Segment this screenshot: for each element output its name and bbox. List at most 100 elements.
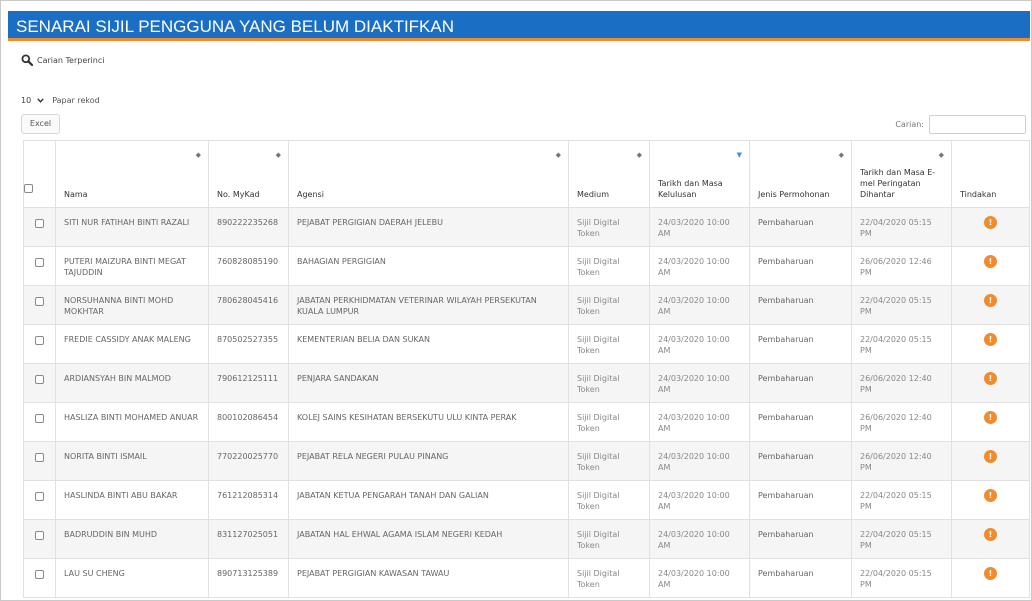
column-header-jenis[interactable]: ◆ Jenis Permohonan [749, 140, 852, 208]
cell-jenis: Pembaharuan [749, 519, 852, 559]
cell-select [23, 246, 56, 286]
column-label: Tarikh dan Masa E-mel Peringatan Dihanta… [860, 168, 936, 199]
row-checkbox[interactable] [35, 570, 44, 579]
page-length-control: 10 Papar rekod [21, 96, 100, 105]
column-label: Jenis Permohonan [758, 190, 830, 199]
column-header-kelulusan[interactable]: ▼ Tarikh dan Masa Kelulusan [649, 140, 750, 208]
cell-mykad: 800102086454 [208, 402, 289, 442]
cell-tindakan: ! [951, 558, 1030, 598]
cell-medium: Sijil Digital Token [568, 285, 650, 325]
cell-mykad: 890222235268 [208, 207, 289, 247]
table-row: NORSUHANNA BINTI MOHD MOKHTAR 78062804541… [23, 285, 1030, 325]
info-icon[interactable]: ! [984, 255, 997, 268]
info-icon[interactable]: ! [984, 333, 997, 346]
cell-jenis: Pembaharuan [749, 207, 852, 247]
table-row: ARDIANSYAH BIN MALMOD 790612125111 PENJARA… [23, 363, 1030, 403]
cell-medium: Sijil Digital Token [568, 324, 650, 364]
excel-export-button[interactable]: Excel [21, 114, 60, 134]
info-icon[interactable]: ! [984, 567, 997, 580]
cell-emel: 22/04/2020 05:15 PM [851, 480, 952, 520]
cell-emel: 22/04/2020 05:15 PM [851, 558, 952, 598]
select-all-checkbox[interactable] [24, 184, 33, 193]
info-icon[interactable]: ! [984, 528, 997, 541]
row-checkbox[interactable] [35, 375, 44, 384]
cell-emel: 26/06/2020 12:40 PM [851, 441, 952, 481]
cell-select [23, 480, 56, 520]
filter-input[interactable] [929, 115, 1026, 134]
advanced-search-toggle[interactable]: Carian Terperinci [21, 54, 104, 66]
sort-icon: ◆ [838, 151, 844, 159]
table-row: BADRUDDIN BIN MUHD 831127025051 JABATAN HA… [23, 519, 1030, 559]
cell-jenis: Pembaharuan [749, 324, 852, 364]
cell-kelulusan: 24/03/2020 10:00 AM [649, 558, 750, 598]
cell-kelulusan: 24/03/2020 10:00 AM [649, 480, 750, 520]
cell-tindakan: ! [951, 246, 1030, 286]
column-header-emel[interactable]: ◆ Tarikh dan Masa E-mel Peringatan Dihan… [851, 140, 952, 208]
cell-mykad: 790612125111 [208, 363, 289, 403]
cell-jenis: Pembaharuan [749, 246, 852, 286]
row-checkbox[interactable] [35, 531, 44, 540]
sort-icon: ◆ [938, 151, 944, 159]
cell-kelulusan: 24/03/2020 10:00 AM [649, 207, 750, 247]
sort-icon: ◆ [195, 151, 201, 159]
column-header-agensi[interactable]: ◆ Agensi [288, 140, 569, 208]
cell-emel: 22/04/2020 05:15 PM [851, 285, 952, 325]
row-checkbox[interactable] [35, 297, 44, 306]
page-length-value: 10 [21, 96, 32, 105]
column-label: Agensi [297, 190, 324, 199]
column-header-nama[interactable]: ◆ Nama [55, 140, 209, 208]
info-icon[interactable]: ! [984, 372, 997, 385]
row-checkbox[interactable] [35, 219, 44, 228]
cell-medium: Sijil Digital Token [568, 402, 650, 442]
sort-icon: ◆ [555, 151, 561, 159]
cell-kelulusan: 24/03/2020 10:00 AM [649, 246, 750, 286]
cell-mykad: 780628045416 [208, 285, 289, 325]
cell-nama: SITI NUR FATIHAH BINTI RAZALI [55, 207, 209, 247]
column-label: No. MyKad [217, 190, 260, 199]
cell-tindakan: ! [951, 285, 1030, 325]
info-icon[interactable]: ! [984, 489, 997, 502]
table-body: SITI NUR FATIHAH BINTI RAZALI 89022223526… [23, 207, 1030, 598]
cell-agensi: PEJABAT PERGIGIAN KAWASAN TAWAU [288, 558, 569, 598]
table-header-row: ◆ Nama ◆ No. MyKad ◆ Agensi ◆ Medium ▼ T… [23, 140, 1030, 208]
cell-nama: FREDIE CASSIDY ANAK MALENG [55, 324, 209, 364]
cell-jenis: Pembaharuan [749, 480, 852, 520]
cell-select [23, 402, 56, 442]
cell-medium: Sijil Digital Token [568, 441, 650, 481]
column-header-medium[interactable]: ◆ Medium [568, 140, 650, 208]
column-header-mykad[interactable]: ◆ No. MyKad [208, 140, 289, 208]
cell-jenis: Pembaharuan [749, 285, 852, 325]
cell-agensi: PENJARA SANDAKAN [288, 363, 569, 403]
cell-select [23, 441, 56, 481]
row-checkbox[interactable] [35, 453, 44, 462]
row-checkbox[interactable] [35, 336, 44, 345]
cell-agensi: PEJABAT RELA NEGERI PULAU PINANG [288, 441, 569, 481]
row-checkbox[interactable] [35, 414, 44, 423]
page-length-select[interactable]: 10 [21, 96, 44, 105]
cell-mykad: 890713125389 [208, 558, 289, 598]
cell-kelulusan: 24/03/2020 10:00 AM [649, 363, 750, 403]
cell-jenis: Pembaharuan [749, 441, 852, 481]
column-header-tindakan: Tindakan [951, 140, 1030, 208]
cell-select [23, 324, 56, 364]
cell-agensi: PEJABAT PERGIGIAN DAERAH JELEBU [288, 207, 569, 247]
cell-nama: HASLINDA BINTI ABU BAKAR [55, 480, 209, 520]
cell-emel: 26/06/2020 12:40 PM [851, 402, 952, 442]
info-icon[interactable]: ! [984, 294, 997, 307]
cell-medium: Sijil Digital Token [568, 207, 650, 247]
page-frame: SENARAI SIJIL PENGGUNA YANG BELUM DIAKTI… [0, 0, 1032, 601]
info-icon[interactable]: ! [984, 216, 997, 229]
info-icon[interactable]: ! [984, 450, 997, 463]
row-checkbox[interactable] [35, 258, 44, 267]
cell-emel: 22/04/2020 05:15 PM [851, 324, 952, 364]
cell-mykad: 870502527355 [208, 324, 289, 364]
cell-mykad: 760828085190 [208, 246, 289, 286]
info-icon[interactable]: ! [984, 411, 997, 424]
cell-mykad: 831127025051 [208, 519, 289, 559]
cell-tindakan: ! [951, 480, 1030, 520]
cell-tindakan: ! [951, 324, 1030, 364]
row-checkbox[interactable] [35, 492, 44, 501]
cell-nama: PUTERI MAIZURA BINTI MEGAT TAJUDDIN [55, 246, 209, 286]
select-all-header [23, 140, 56, 208]
cell-agensi: JABATAN KETUA PENGARAH TANAH DAN GALIAN [288, 480, 569, 520]
